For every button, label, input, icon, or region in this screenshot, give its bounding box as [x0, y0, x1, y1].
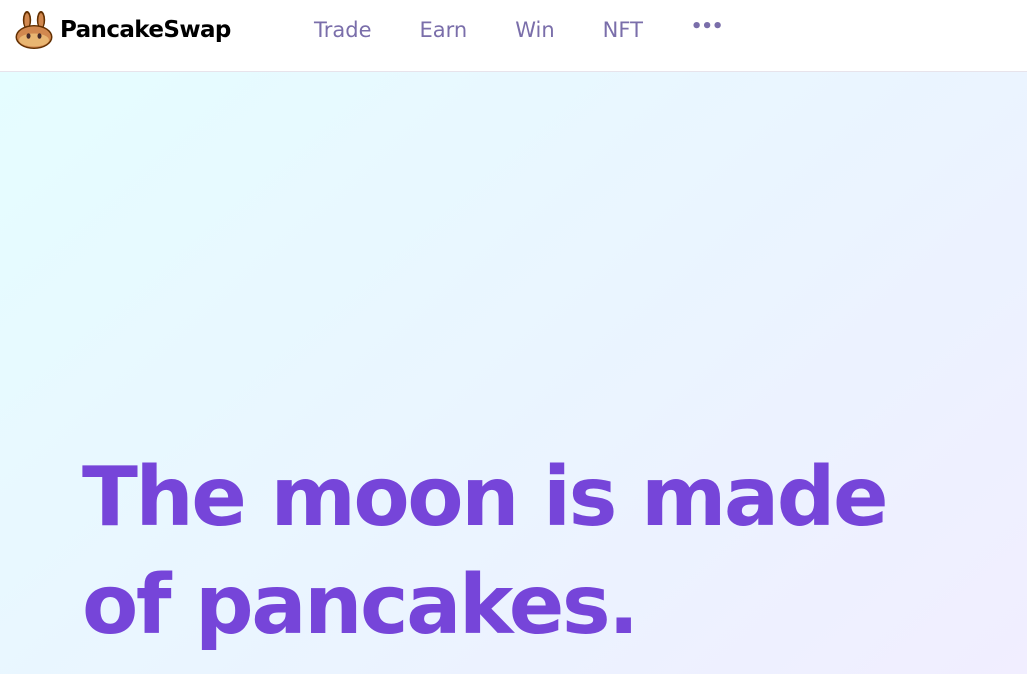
hero-section: The moon is made of pancakes.: [0, 72, 1027, 674]
nav-item-trade[interactable]: Trade: [290, 0, 396, 60]
page: PancakeSwap Trade Earn Win NFT ••• The m…: [0, 0, 1027, 674]
brand-name: PancakeSwap: [60, 17, 231, 43]
more-dots-icon[interactable]: •••: [667, 0, 747, 57]
nav-item-win[interactable]: Win: [491, 0, 578, 60]
nav-item-earn[interactable]: Earn: [396, 0, 492, 60]
nav-item-nft[interactable]: NFT: [579, 0, 667, 60]
pancake-bunny-icon: [15, 11, 53, 49]
top-nav-bar: PancakeSwap Trade Earn Win NFT •••: [0, 0, 1027, 72]
home-logo-link[interactable]: PancakeSwap: [14, 10, 231, 50]
main-nav: Trade Earn Win NFT •••: [290, 0, 746, 60]
hero-title: The moon is made of pancakes.: [82, 450, 889, 653]
